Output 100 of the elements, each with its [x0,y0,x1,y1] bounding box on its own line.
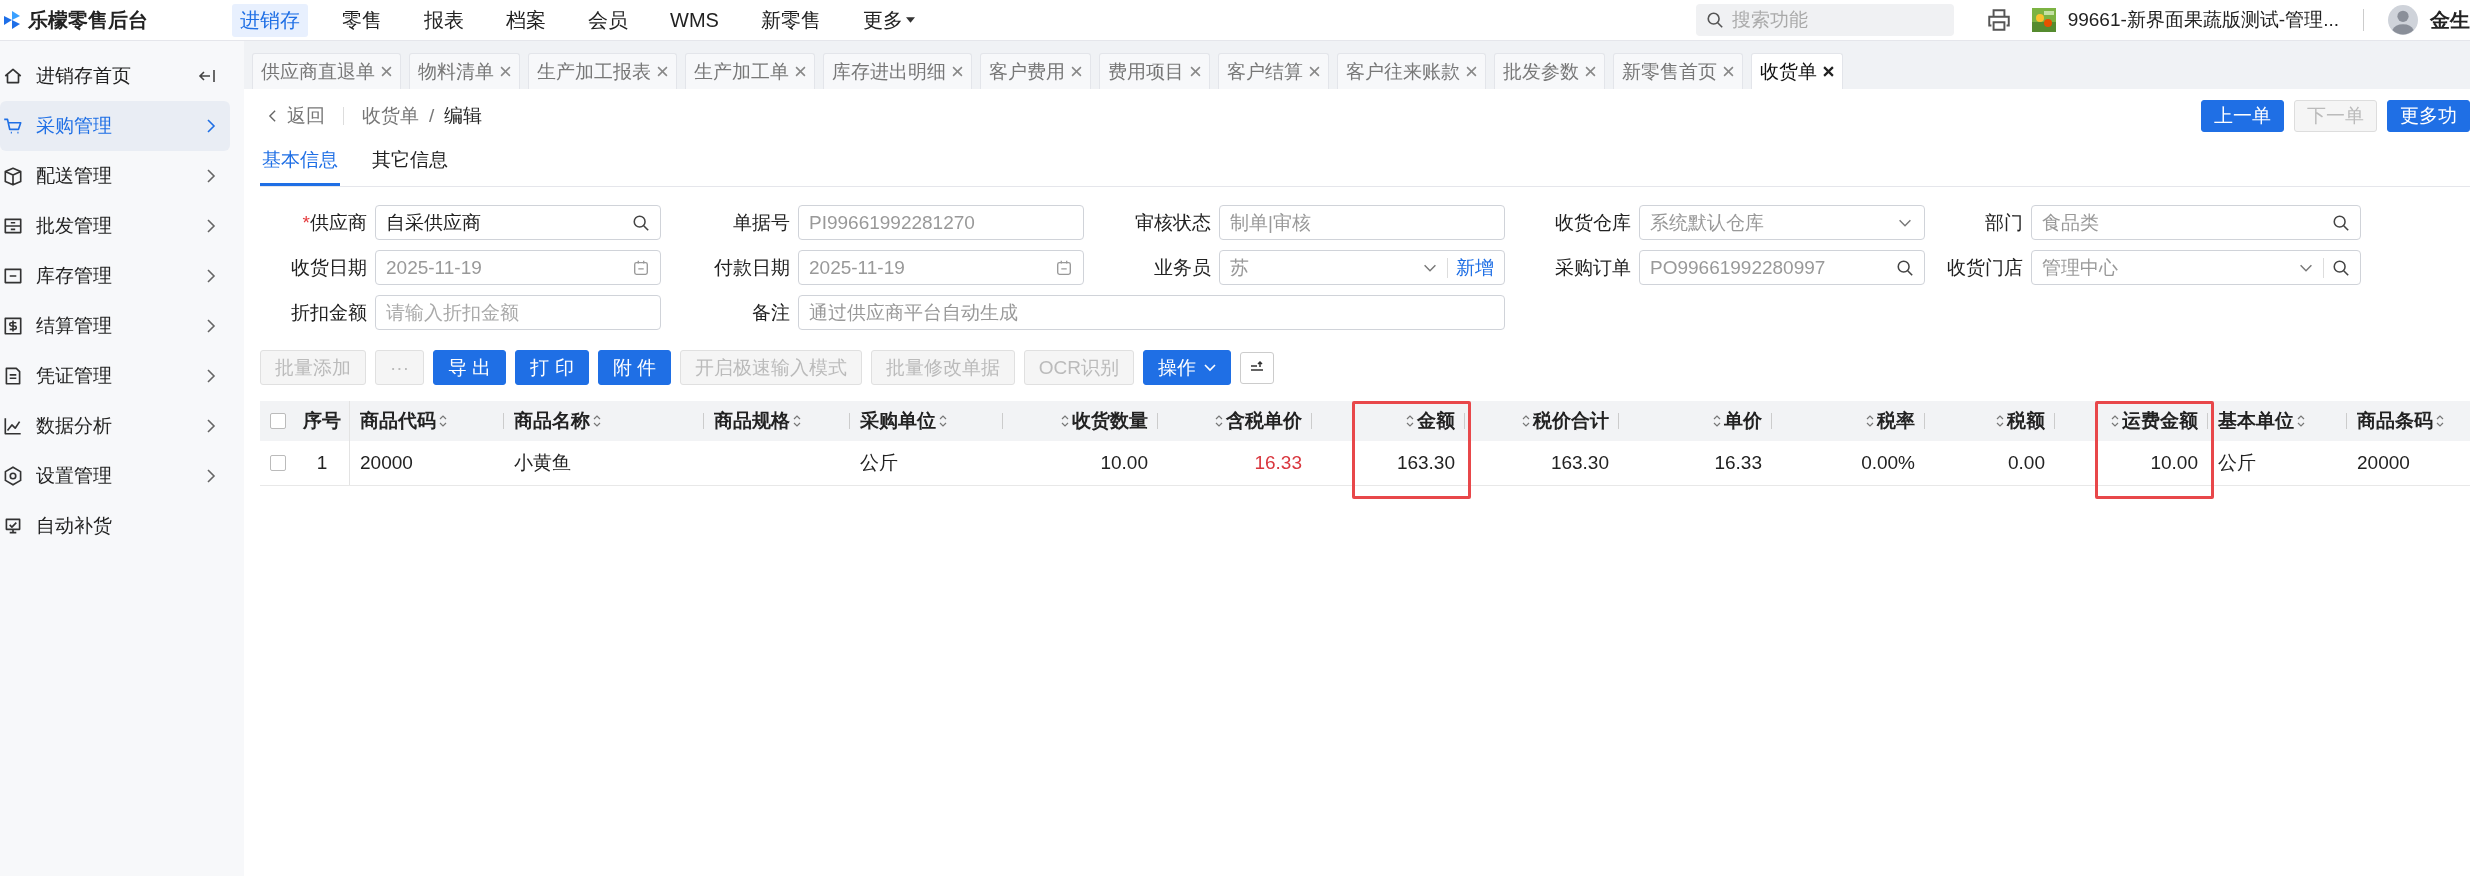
nav-item[interactable]: 进销存 [232,3,308,37]
page-tab[interactable]: 批发参数 [1494,53,1605,89]
checkbox[interactable] [269,455,286,471]
sort-icon[interactable] [1406,414,1414,428]
sidebar-item[interactable]: 批发管理 [0,201,230,251]
page-tab[interactable]: 供应商直退单 [252,53,401,89]
page-tab[interactable]: 费用项目 [1099,53,1210,89]
nav-item[interactable]: 新零售 [752,3,829,37]
sort-icon[interactable] [593,414,601,428]
column-header[interactable]: 含税单价 [1158,401,1312,441]
sidebar-item[interactable]: 配送管理 [0,151,230,201]
column-header[interactable]: 商品代码 [350,401,504,441]
column-header[interactable]: 金额 [1312,401,1465,441]
user-name[interactable]: 金生 [2430,6,2470,34]
page-tab[interactable]: 客户结算 [1218,53,1329,89]
column-header[interactable]: 采购单位 [850,401,1003,441]
field-label: 收货门店 [1946,255,2023,280]
sort-icon[interactable] [1713,414,1721,428]
sidebar-label: 库存管理 [36,264,113,288]
table-cell: 20000 [360,452,413,474]
column-header[interactable]: 单价 [1619,401,1772,441]
section-tab[interactable]: 其它信息 [370,143,450,186]
sort-icon[interactable] [1061,414,1069,428]
sidebar-label: 凭证管理 [36,364,113,388]
table-cell: 1 [316,452,328,474]
sidebar-item[interactable]: 凭证管理 [0,351,230,401]
back-link[interactable]: 返回 [287,103,325,129]
sort-icon[interactable] [1996,414,2004,428]
toolbar-button[interactable]: 附 件 [597,350,671,385]
sidebar-item[interactable]: 库存管理 [0,251,230,301]
sort-icon[interactable] [1215,414,1223,428]
column-header[interactable]: 商品规格 [704,401,850,441]
sort-icon[interactable] [439,414,447,428]
column-header[interactable]: 税率 [1772,401,1925,441]
nav-item[interactable]: 会员 [580,3,636,37]
toolbar-button[interactable]: 导 出 [433,350,507,385]
sort-icon[interactable] [1866,414,1874,428]
nav-item[interactable]: WMS [662,3,727,37]
toolbar-button[interactable]: 操作 [1143,350,1232,385]
collapse-icon[interactable] [198,68,216,84]
page-tab[interactable]: 生产加工单 [685,53,815,89]
sort-icon[interactable] [1522,414,1530,428]
column-header[interactable]: 序号 [295,401,350,441]
column-header[interactable]: 商品名称 [504,401,704,441]
chart-icon [2,415,24,437]
toolbar-button[interactable]: 打 印 [515,350,589,385]
input-field[interactable]: 自采供应商 [375,205,661,240]
avatar-icon[interactable] [2388,5,2418,35]
sidebar-item[interactable]: 进销存首页 [0,51,230,101]
field-label: 部门 [1984,210,2023,235]
action-button[interactable]: 上一单 [2201,100,2284,132]
close-icon[interactable] [1823,66,1834,77]
section-tab[interactable]: 基本信息 [260,143,340,186]
action-button[interactable]: 更多功 [2387,100,2470,132]
sidebar-item[interactable]: 设置管理 [0,451,230,501]
page-tab[interactable]: 客户往来账款 [1337,53,1486,89]
sort-icon[interactable] [939,414,947,428]
page-tab[interactable]: 生产加工报表 [528,53,677,89]
column-settings-button[interactable] [1240,351,1275,384]
column-header[interactable]: 基本单位 [2208,401,2347,441]
sidebar-label: 结算管理 [36,314,113,338]
sidebar-item[interactable]: 采购管理 [0,101,230,151]
page-tab[interactable]: 客户费用 [980,53,1091,89]
table-cell: 163.30 [1550,452,1609,474]
table-cell-text: 公斤 [2218,451,2256,475]
breadcrumb-link[interactable]: 收货单 [362,103,419,129]
chevron-icon [206,468,216,484]
table-cell: 163.30 [1396,452,1455,474]
page-tab[interactable]: 物料清单 [409,53,520,89]
printer-icon[interactable] [1985,7,2012,33]
nav-item[interactable]: 报表 [416,3,472,37]
sort-icon[interactable] [793,414,801,428]
search-icon[interactable] [632,213,650,232]
field-label: 折扣金额 [290,300,367,325]
app-title: 乐檬零售后台 [28,7,148,33]
sidebar-label: 批发管理 [36,214,113,238]
page-tab[interactable]: 库存进出明细 [823,53,972,89]
page-tab[interactable]: 新零售首页 [1613,53,1743,89]
column-header[interactable]: 商品条码 [2347,401,2470,441]
field-label: 付款日期 [713,255,790,280]
sidebar-label: 采购管理 [36,114,113,138]
nav-item[interactable]: 更多 [854,3,923,37]
column-header[interactable]: 收货数量 [1003,401,1158,441]
sidebar-item[interactable]: 结算管理 [0,301,230,351]
nav-item[interactable]: 零售 [334,3,390,37]
column-header[interactable]: 税价合计 [1465,401,1619,441]
sidebar-item[interactable]: 自动补货 [0,501,230,551]
checkbox[interactable] [269,413,286,429]
column-header[interactable]: 运费金额 [2055,401,2208,441]
sort-icon[interactable] [2111,414,2119,428]
back-icon[interactable] [268,109,277,123]
table-cell: 16.33 [1254,452,1302,474]
store-name[interactable]: 99661-新界面果蔬版测试-管理... [2067,7,2339,33]
sort-icon[interactable] [2297,414,2305,428]
column-header[interactable]: 税额 [1925,401,2055,441]
sidebar-item[interactable]: 数据分析 [0,401,230,451]
nav-item[interactable]: 档案 [498,3,554,37]
page-tab[interactable]: 收货单 [1751,53,1843,89]
money-icon [2,315,24,337]
sort-icon[interactable] [2436,414,2444,428]
